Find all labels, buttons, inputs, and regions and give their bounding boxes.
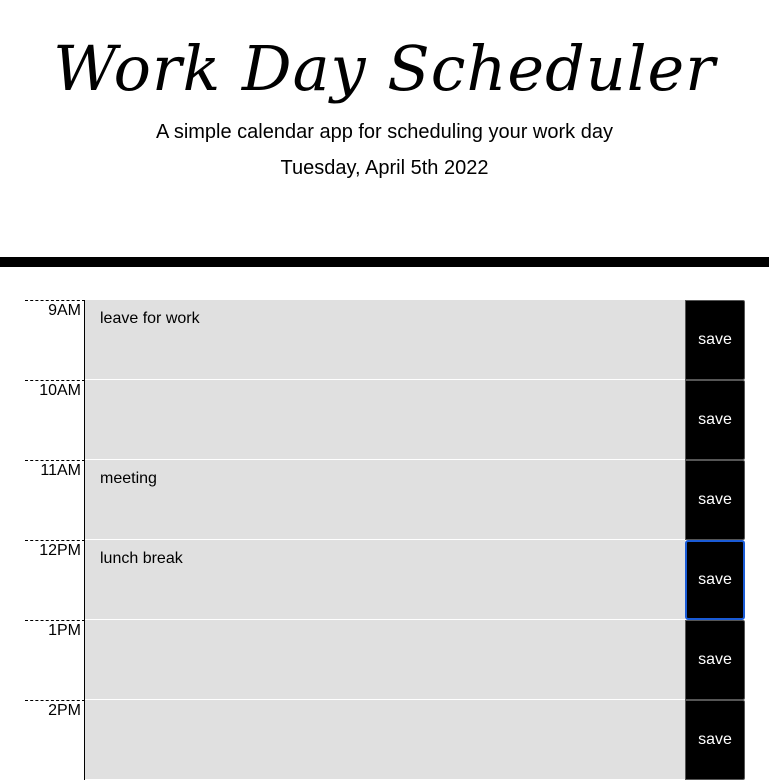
hour-label: 12PM xyxy=(25,540,85,620)
hour-label: 10AM xyxy=(25,380,85,460)
time-block-container: 9AM leave for work save 10AM save 11AM m… xyxy=(25,300,745,780)
time-block-row: 10AM save xyxy=(25,380,745,460)
time-block-row: 1PM save xyxy=(25,620,745,700)
time-block-row: 2PM save xyxy=(25,700,745,780)
time-block-row: 9AM leave for work save xyxy=(25,300,745,380)
header: Work Day Scheduler A simple calendar app… xyxy=(0,0,769,257)
save-button[interactable]: save xyxy=(685,300,745,380)
save-button[interactable]: save xyxy=(685,380,745,460)
event-description-field[interactable] xyxy=(85,620,685,700)
app-subtitle: A simple calendar app for scheduling you… xyxy=(156,121,613,143)
hour-label: 11AM xyxy=(25,460,85,540)
hour-label: 1PM xyxy=(25,620,85,700)
time-block-row: 12PM lunch break save xyxy=(25,540,745,620)
save-button[interactable]: save xyxy=(685,620,745,700)
hour-label: 9AM xyxy=(25,300,85,380)
save-button[interactable]: save xyxy=(685,700,745,780)
app-title: Work Day Scheduler xyxy=(53,32,716,105)
event-description-field[interactable]: lunch break xyxy=(85,540,685,620)
save-button[interactable]: save xyxy=(685,540,745,620)
save-button[interactable]: save xyxy=(685,460,745,540)
header-divider xyxy=(0,257,769,267)
event-description-field[interactable]: meeting xyxy=(85,460,685,540)
current-day: Tuesday, April 5th 2022 xyxy=(280,157,489,179)
time-block-row: 11AM meeting save xyxy=(25,460,745,540)
event-description-field[interactable] xyxy=(85,700,685,780)
event-description-field[interactable] xyxy=(85,380,685,460)
event-description-field[interactable]: leave for work xyxy=(85,300,685,380)
hour-label: 2PM xyxy=(25,700,85,780)
